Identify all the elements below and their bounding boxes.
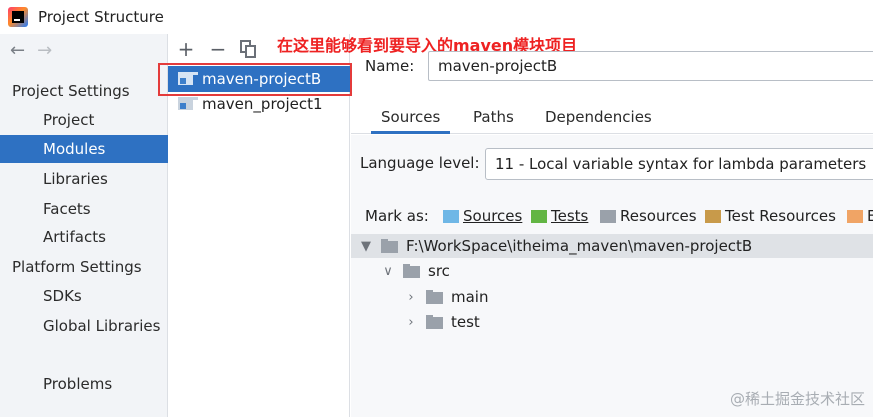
history-navigation: ← → — [10, 40, 52, 61]
sidebar-item-artifacts[interactable]: Artifacts — [0, 223, 168, 251]
sidebar-item-facets[interactable]: Facets — [0, 195, 168, 223]
folder-icon — [403, 264, 420, 278]
copy-module-icon[interactable] — [240, 40, 256, 58]
tree-label-src: src — [428, 262, 450, 280]
add-module-button[interactable]: + — [176, 39, 196, 59]
remove-module-button[interactable]: − — [208, 39, 228, 59]
excluded-folder-icon — [847, 209, 863, 223]
sources-folder-icon — [443, 209, 459, 223]
resources-folder-icon — [600, 209, 616, 223]
tab-paths[interactable]: Paths — [463, 100, 524, 134]
window-title: Project Structure — [38, 8, 164, 26]
content-root-path: F:\WorkSpace\itheima_maven\maven-project… — [406, 237, 753, 255]
tests-folder-icon — [531, 209, 547, 223]
language-level-label: Language level: — [360, 154, 480, 172]
mark-excluded-label: E — [867, 207, 873, 225]
language-level-dropdown[interactable]: 11 - Local variable syntax for lambda pa… — [485, 148, 873, 180]
mark-excluded-button[interactable]: E — [847, 205, 873, 227]
module-label: maven_project1 — [202, 95, 323, 113]
tree-label-test: test — [451, 313, 480, 331]
folder-icon — [426, 290, 443, 304]
module-label: maven-projectB — [202, 70, 322, 88]
tree-label-main: main — [451, 288, 489, 306]
back-arrow-icon[interactable]: ← — [10, 40, 25, 61]
sidebar-item-problems[interactable]: Problems — [0, 370, 168, 398]
group-platform-settings: Platform Settings — [12, 258, 142, 276]
tree-item-test[interactable]: › test — [404, 310, 480, 334]
sidebar-item-project[interactable]: Project — [0, 106, 168, 134]
mark-tests-label: Tests — [551, 207, 589, 225]
forward-arrow-icon[interactable]: → — [37, 40, 52, 61]
folder-icon — [426, 315, 443, 329]
test-resources-folder-icon — [705, 209, 721, 223]
module-item-maven-projectB[interactable]: maven-projectB — [168, 66, 350, 92]
chevron-right-icon[interactable]: › — [404, 290, 418, 305]
module-toolbar: + − — [176, 36, 256, 62]
module-folder-icon — [178, 72, 198, 86]
watermark: @稀土掘金技术社区 — [729, 390, 865, 408]
chevron-down-icon[interactable]: ∨ — [381, 264, 395, 279]
mark-as-label: Mark as: — [365, 207, 429, 225]
module-list-panel: + − maven-projectB maven_project1 — [168, 34, 350, 417]
content-root-row[interactable]: ▼ F:\WorkSpace\itheima_maven\maven-proje… — [351, 234, 873, 258]
sidebar-item-libraries[interactable]: Libraries — [0, 165, 168, 193]
settings-sidebar: ← → Project Settings Project Modules Lib… — [0, 34, 168, 417]
tree-item-src[interactable]: ∨ src — [381, 259, 450, 283]
sidebar-item-global-libraries[interactable]: Global Libraries — [0, 312, 168, 340]
sidebar-item-sdks[interactable]: SDKs — [0, 282, 168, 310]
mark-resources-label: Resources — [620, 207, 697, 225]
mark-test-resources-button[interactable]: Test Resources — [705, 205, 836, 227]
chevron-down-icon[interactable]: ▼ — [359, 239, 373, 254]
chevron-right-icon[interactable]: › — [404, 315, 418, 330]
group-project-settings: Project Settings — [12, 82, 130, 100]
name-label: Name: — [365, 57, 415, 75]
module-tabs: Sources Paths Dependencies — [351, 100, 873, 134]
mark-sources-button[interactable]: Sources — [443, 205, 522, 227]
mark-resources-button[interactable]: Resources — [600, 205, 697, 227]
title-bar: Project Structure — [0, 0, 873, 34]
module-folder-icon — [178, 97, 198, 111]
module-name-field[interactable] — [428, 51, 873, 81]
module-item-maven-project1[interactable]: maven_project1 — [168, 91, 350, 117]
sidebar-item-modules[interactable]: Modules — [0, 135, 168, 163]
mark-sources-label: Sources — [463, 207, 523, 225]
tree-item-main[interactable]: › main — [404, 285, 488, 309]
mark-test-resources-label: Test Resources — [725, 207, 836, 225]
intellij-logo-icon — [8, 7, 28, 27]
tab-dependencies[interactable]: Dependencies — [535, 100, 662, 134]
tab-sources[interactable]: Sources — [371, 100, 451, 134]
mark-tests-button[interactable]: Tests — [531, 205, 588, 227]
folder-icon — [381, 239, 398, 253]
